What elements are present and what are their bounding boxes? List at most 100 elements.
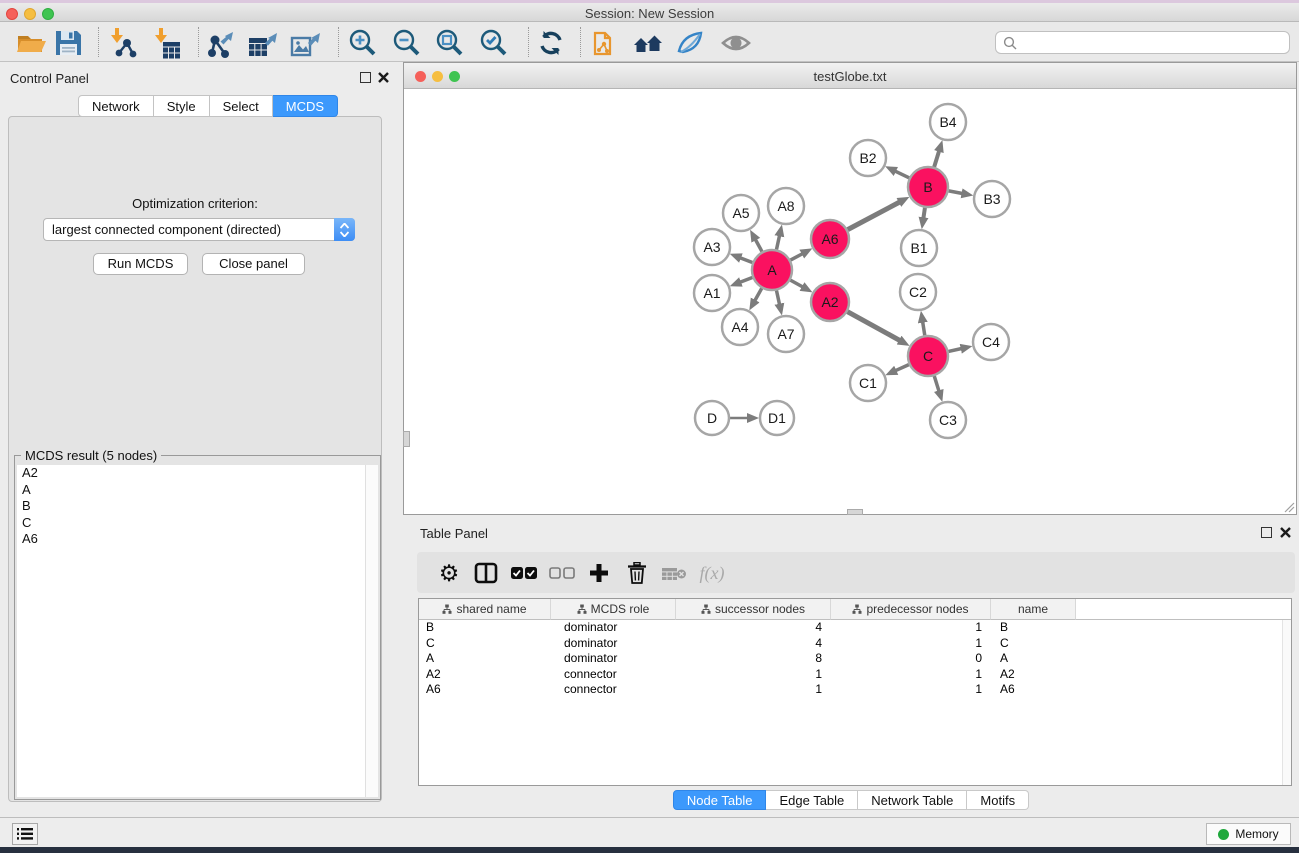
hide-selected-icon[interactable] [673,25,709,61]
save-session-icon[interactable] [50,25,86,61]
table-settings-icon[interactable]: ⚙ [432,556,466,590]
criterion-dropdown[interactable]: largest connected component (directed) [43,218,355,241]
open-file-icon[interactable] [13,25,49,61]
table-cell[interactable]: 1 [831,620,991,636]
table-cell[interactable]: dominator [551,620,676,636]
node-A3[interactable]: A3 [694,229,730,265]
select-all-icon[interactable] [507,556,541,590]
table-cell[interactable]: 4 [676,636,831,652]
window-bottom-grip[interactable] [847,509,863,515]
table-cell[interactable]: 4 [676,620,831,636]
column-header-shared-name[interactable]: shared name [419,599,551,620]
table-cell[interactable]: B [991,620,1076,636]
titlebar[interactable]: Session: New Session [0,3,1299,22]
zoom-out-icon[interactable] [389,25,425,61]
home-neighbors-icon[interactable] [630,25,666,61]
edge-C-C2[interactable] [923,322,925,336]
node-B1[interactable]: B1 [901,230,937,266]
node-B2[interactable]: B2 [850,140,886,176]
task-history-button[interactable] [12,823,38,845]
mcds-result-list[interactable]: A2ABCA6 [17,465,365,797]
table-cell[interactable]: B [419,620,551,636]
network-graph[interactable]: AA1A2A3A4A5A6A7A8BB1B2B3B4CC1C2C3C4DD1 [405,90,1295,514]
zoom-fit-icon[interactable] [432,25,468,61]
resize-corner-icon[interactable] [1283,501,1295,513]
node-B[interactable]: B [908,167,948,207]
network-file-icon[interactable] [588,25,624,61]
edge-A-A3[interactable] [740,258,752,263]
node-A7[interactable]: A7 [768,316,804,352]
table-cell[interactable]: A6 [991,682,1076,698]
edge-B-B4[interactable] [934,151,939,167]
table-cell[interactable]: connector [551,667,676,683]
search-input[interactable] [1022,36,1289,50]
table-cell[interactable]: 1 [831,682,991,698]
column-header-successor-nodes[interactable]: successor nodes [676,599,831,620]
node-table[interactable]: shared name MCDS role successor nodes pr… [418,598,1292,786]
import-network-icon[interactable] [104,25,140,61]
network-canvas[interactable]: AA1A2A3A4A5A6A7A8BB1B2B3B4CC1C2C3C4DD1 [405,90,1295,514]
tab-network-table[interactable]: Network Table [858,790,967,810]
edge-A2-C[interactable] [848,312,900,341]
memory-button[interactable]: Memory [1206,823,1291,845]
edge-B-B2[interactable] [895,171,909,178]
table-cell[interactable]: 0 [831,651,991,667]
mcds-result-item[interactable]: A6 [17,531,365,548]
node-A2[interactable]: A2 [811,283,849,321]
zoom-in-icon[interactable] [345,25,381,61]
table-cell[interactable]: C [991,636,1076,652]
column-header-name[interactable]: name [991,599,1076,620]
node-A4[interactable]: A4 [722,309,758,345]
tab-mcds[interactable]: MCDS [273,95,338,117]
mcds-result-item[interactable]: C [17,515,365,532]
node-C4[interactable]: C4 [973,324,1009,360]
close-panel-icon[interactable] [377,71,390,84]
zoom-selected-icon[interactable] [476,25,512,61]
table-cell[interactable]: A [991,651,1076,667]
node-A1[interactable]: A1 [694,275,730,311]
table-row[interactable]: A2connector11A2 [419,667,1291,683]
table-cell[interactable]: A2 [419,667,551,683]
edge-C-C3[interactable] [934,376,939,391]
mcds-result-item[interactable]: B [17,498,365,515]
tab-style[interactable]: Style [154,95,210,117]
close-table-panel-icon[interactable] [1279,526,1292,539]
show-all-icon[interactable] [718,25,754,61]
delete-row-icon[interactable] [620,556,654,590]
table-cell[interactable]: A2 [991,667,1076,683]
table-cell[interactable]: 1 [831,667,991,683]
table-cell[interactable]: 1 [831,636,991,652]
table-cell[interactable]: C [419,636,551,652]
node-A8[interactable]: A8 [768,188,804,224]
edge-B-B1[interactable] [923,208,925,219]
export-table-icon[interactable] [245,25,281,61]
node-A6[interactable]: A6 [811,220,849,258]
node-A[interactable]: A [752,250,792,290]
node-C1[interactable]: C1 [850,365,886,401]
table-cell[interactable]: 8 [676,651,831,667]
node-B3[interactable]: B3 [974,181,1010,217]
table-cell[interactable]: 1 [676,667,831,683]
table-row[interactable]: A6connector11A6 [419,682,1291,698]
node-D1[interactable]: D1 [760,401,794,435]
network-window-titlebar[interactable]: testGlobe.txt [404,63,1296,89]
tab-node-table[interactable]: Node Table [673,790,767,810]
mcds-result-scrollbar[interactable] [365,465,378,797]
edge-C-C1[interactable] [895,365,908,371]
table-cell[interactable]: 1 [676,682,831,698]
column-header-predecessor-nodes[interactable]: predecessor nodes [831,599,991,620]
edge-A-A8[interactable] [776,235,779,249]
export-image-icon[interactable] [288,25,324,61]
edge-A-A2[interactable] [790,280,802,287]
search-field[interactable] [995,31,1290,54]
float-table-panel-icon[interactable] [1261,527,1272,538]
node-D[interactable]: D [695,401,729,435]
column-header-mcds-role[interactable]: MCDS role [551,599,676,620]
table-row[interactable]: Adominator80A [419,651,1291,667]
node-B4[interactable]: B4 [930,104,966,140]
edge-A-A1[interactable] [740,278,752,283]
tab-select[interactable]: Select [210,95,273,117]
export-network-icon[interactable] [204,25,240,61]
table-scrollbar[interactable] [1282,620,1291,785]
float-panel-icon[interactable] [360,72,371,83]
